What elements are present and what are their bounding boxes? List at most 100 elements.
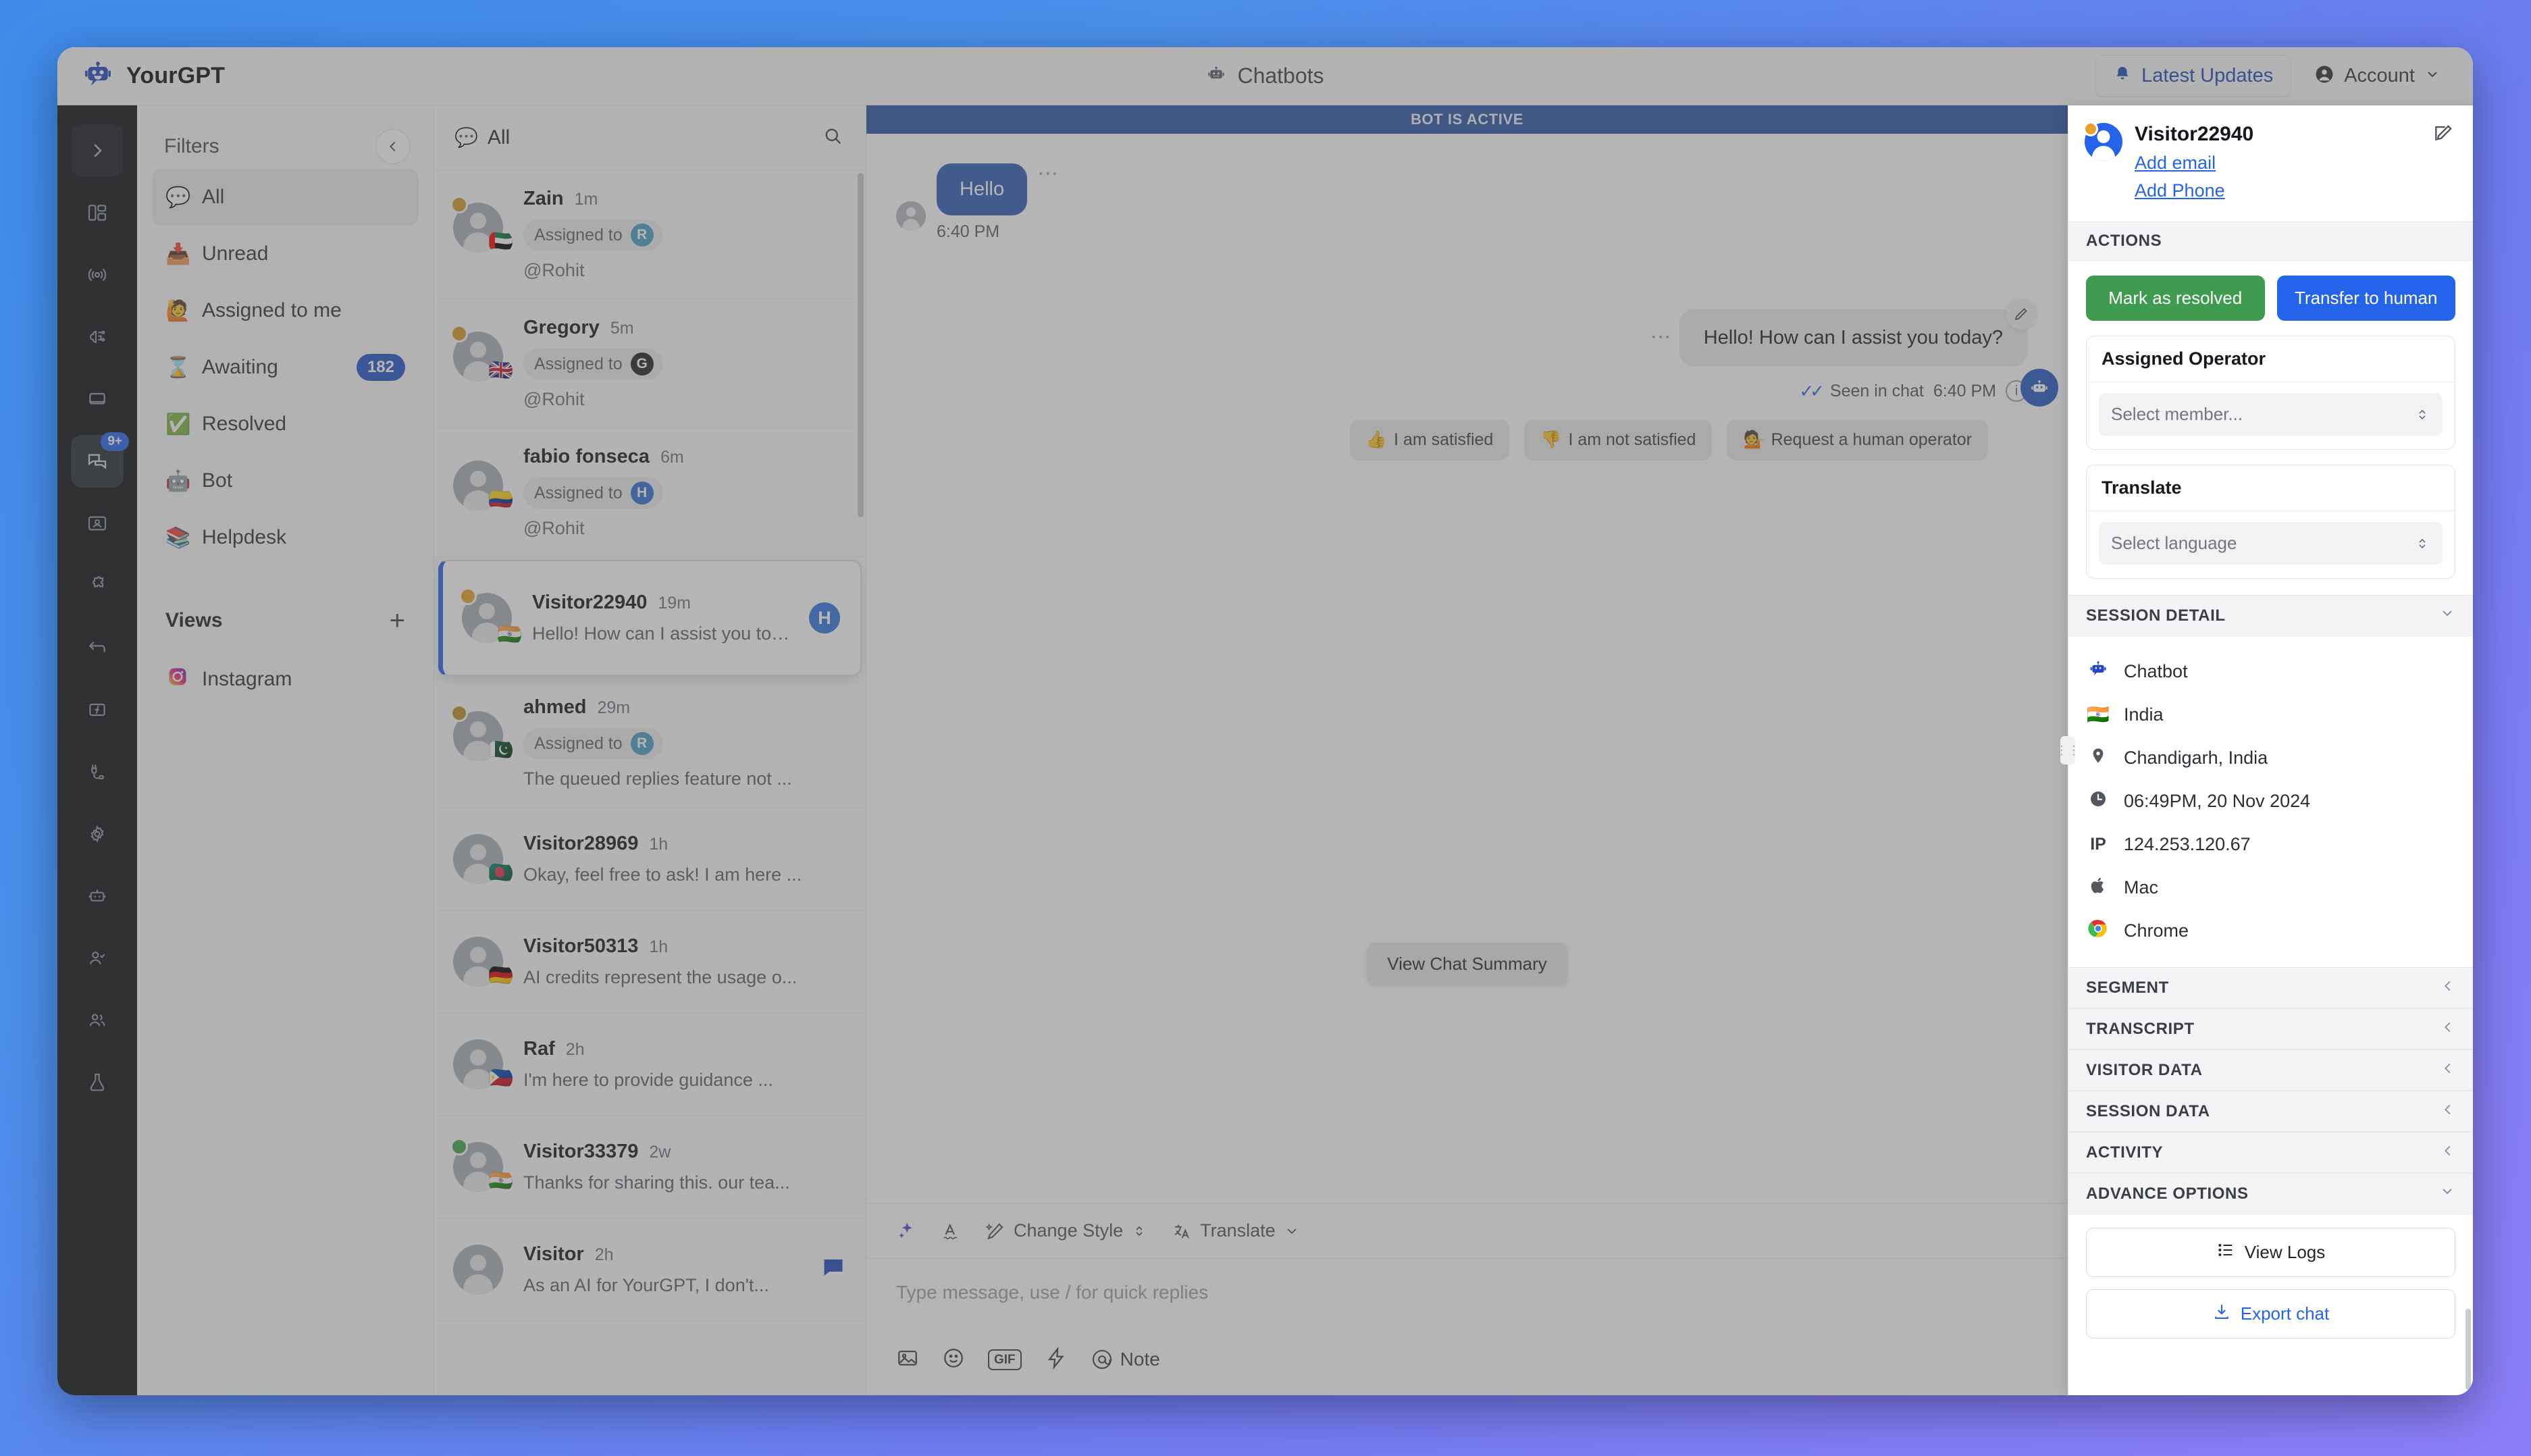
note-button[interactable]: Note <box>1091 1348 1160 1371</box>
conversation-item-gregory[interactable]: 🇬🇧 Gregory 5m Assigned to G @Rohit <box>434 299 866 428</box>
sidebar-item-team[interactable] <box>71 994 124 1047</box>
collapse-filters-button[interactable] <box>375 129 411 164</box>
sidebar-item-expand-rail[interactable] <box>71 124 124 177</box>
chevron-left-icon <box>389 141 396 152</box>
note-icon <box>1092 1349 1112 1370</box>
sidebar-item-agents[interactable] <box>71 932 124 985</box>
unread-message-icon <box>821 1255 845 1283</box>
export-chat-button[interactable]: Export chat <box>2086 1289 2455 1338</box>
conversation-item-zain[interactable]: 🇦🇪 Zain 1m Assigned to R @Rohit <box>434 170 866 299</box>
filter-item-resolved[interactable]: ✅ Resolved <box>152 396 419 452</box>
translate-language-select[interactable]: Select language <box>2099 522 2443 565</box>
visitor-data-section-header[interactable]: VISITOR DATA <box>2068 1049 2473 1091</box>
gif-icon[interactable]: GIF <box>988 1349 1022 1370</box>
add-view-button[interactable]: + <box>390 607 405 634</box>
details-scrollbar[interactable] <box>2465 1309 2471 1390</box>
filter-item-bot[interactable]: 🤖 Bot <box>152 452 419 509</box>
filter-label: Resolved <box>202 413 287 435</box>
advance-options-section-header[interactable]: ADVANCE OPTIONS <box>2068 1173 2473 1214</box>
brand[interactable]: YourGPT <box>83 59 373 93</box>
chevron-left-icon <box>2441 1142 2455 1163</box>
flag-icon: 🇵🇰 <box>488 739 513 761</box>
bot-fab-button[interactable] <box>2020 369 2058 407</box>
conversation-item-visitor33379[interactable]: 🇮🇳 Visitor33379 2w Thanks for sharing th… <box>434 1116 866 1218</box>
chats-icon <box>88 454 107 469</box>
robot-emoji-icon: 🤖 <box>165 469 191 492</box>
sidebar-item-contacts[interactable] <box>71 497 124 550</box>
sidebar-item-settings[interactable] <box>71 808 124 860</box>
dashboard-icon <box>88 205 107 221</box>
conversation-item-ahmed[interactable]: 🇵🇰 ahmed 29m Assigned to R The queued re… <box>434 679 866 808</box>
conversation-item-visitor22940[interactable]: 🇮🇳 Visitor22940 19m Hello! How can I ass… <box>438 560 862 676</box>
search-icon[interactable] <box>823 126 843 149</box>
filter-item-assigned-to-me[interactable]: 🙋 Assigned to me <box>152 282 419 339</box>
activity-section-header[interactable]: ACTIVITY <box>2068 1132 2473 1173</box>
sidebar-item-back-arrow[interactable] <box>71 621 124 674</box>
sidebar-item-labs[interactable] <box>71 1056 124 1109</box>
panel-resize-handle[interactable]: ⋮⋮ <box>2056 736 2080 764</box>
segment-section-header[interactable]: SEGMENT <box>2068 967 2473 1008</box>
conversation-time: 5m <box>610 319 634 338</box>
latest-updates-button[interactable]: Latest Updates <box>2095 55 2292 97</box>
message-options-icon[interactable]: ⋮ <box>1037 163 1059 184</box>
quick-reply-satisfied[interactable]: 👍 I am satisfied <box>1349 419 1510 461</box>
sidebar-item-ai-brain[interactable] <box>71 311 124 363</box>
account-menu[interactable]: Account <box>2314 64 2446 88</box>
change-style-button[interactable]: Change Style <box>985 1220 1147 1241</box>
translate-button[interactable]: Translate <box>1172 1220 1300 1241</box>
actions-section-header: ACTIONS <box>2068 222 2473 261</box>
logs-list-icon <box>2216 1241 2235 1264</box>
sidebar-item-widget[interactable] <box>71 373 124 425</box>
conversation-item-raf[interactable]: 🇵🇭 Raf 2h I'm here to provide guidance .… <box>434 1013 866 1116</box>
flag-icon: 🇩🇪 <box>488 964 513 987</box>
conversation-name: Visitor28969 <box>523 832 639 854</box>
session-detail-section-header[interactable]: SESSION DETAIL <box>2068 595 2473 636</box>
conversation-item-visitor28969[interactable]: 🇧🇩 Visitor28969 1h Okay, feel free to as… <box>434 808 866 910</box>
message-input[interactable]: Type message, use / for quick replies <box>866 1259 2068 1333</box>
sidebar-item-functions[interactable] <box>71 683 124 736</box>
view-logs-button[interactable]: View Logs <box>2086 1228 2455 1277</box>
view-item-instagram[interactable]: Instagram <box>152 651 419 708</box>
quick-reply-request-human[interactable]: 💁 Request a human operator <box>1727 419 1988 461</box>
sidebar-item-bots[interactable] <box>71 870 124 922</box>
chevron-left-icon <box>2441 1101 2455 1122</box>
session-value: 124.253.120.67 <box>2124 833 2251 854</box>
filter-item-unread[interactable]: 📥 Unread <box>152 226 419 282</box>
transcript-section-header[interactable]: TRANSCRIPT <box>2068 1008 2473 1049</box>
filter-item-awaiting[interactable]: ⌛ Awaiting 182 <box>152 339 419 396</box>
conversation-item-fabio-fonseca[interactable]: 🇨🇴 fabio fonseca 6m Assigned to H @Rohit <box>434 428 866 557</box>
chat-summary-tooltip[interactable]: View Chat Summary <box>1367 943 1567 985</box>
edit-pencil-icon[interactable] <box>2432 123 2454 148</box>
session-data-section-header[interactable]: SESSION DATA <box>2068 1091 2473 1132</box>
conversation-list-scrollbar[interactable] <box>858 173 864 517</box>
sidebar-item-conversations[interactable]: 9+ <box>71 432 129 488</box>
spellcheck-icon[interactable] <box>941 1221 961 1241</box>
visitor-avatar <box>896 201 926 231</box>
conversation-item-visitor[interactable]: Visitor 2h As an AI for YourGPT, I don't… <box>434 1218 866 1321</box>
ai-sparkle-icon[interactable] <box>896 1221 916 1241</box>
add-phone-link[interactable]: Add Phone <box>2135 180 2420 201</box>
filter-item-all[interactable]: 💬 All <box>152 169 419 226</box>
chevron-left-icon <box>2441 1060 2455 1081</box>
sidebar-item-plugins[interactable] <box>71 746 124 798</box>
edit-message-icon[interactable] <box>2006 298 2037 330</box>
sidebar-item-dashboard[interactable] <box>71 186 124 239</box>
sidebar-item-broadcast[interactable] <box>71 249 124 301</box>
conversation-item-visitor50313[interactable]: 🇩🇪 Visitor50313 1h AI credits represent … <box>434 910 866 1013</box>
message-options-icon[interactable]: ⋮ <box>1650 327 1672 348</box>
filter-item-helpdesk[interactable]: 📚 Helpdesk <box>152 509 419 566</box>
transfer-to-human-button[interactable]: Transfer to human <box>2276 276 2455 321</box>
session-row-location: Chandigarh, India <box>2086 736 2455 779</box>
puzzle-icon <box>92 576 104 588</box>
assigned-operator-value: Select member... <box>2111 404 2243 424</box>
image-icon[interactable] <box>896 1347 919 1373</box>
emoji-icon[interactable] <box>942 1347 965 1373</box>
mark-as-resolved-button[interactable]: Mark as resolved <box>2086 276 2265 321</box>
topbar-right: Latest Updates Account <box>2095 55 2446 97</box>
add-email-link[interactable]: Add email <box>2135 153 2420 174</box>
lightning-icon[interactable] <box>1045 1346 1068 1373</box>
quick-reply-not-satisfied[interactable]: 👎 I am not satisfied <box>1524 419 1713 461</box>
assigned-operator-select[interactable]: Select member... <box>2099 393 2443 436</box>
download-icon <box>2212 1302 2231 1326</box>
sidebar-item-integrations[interactable] <box>71 559 124 612</box>
